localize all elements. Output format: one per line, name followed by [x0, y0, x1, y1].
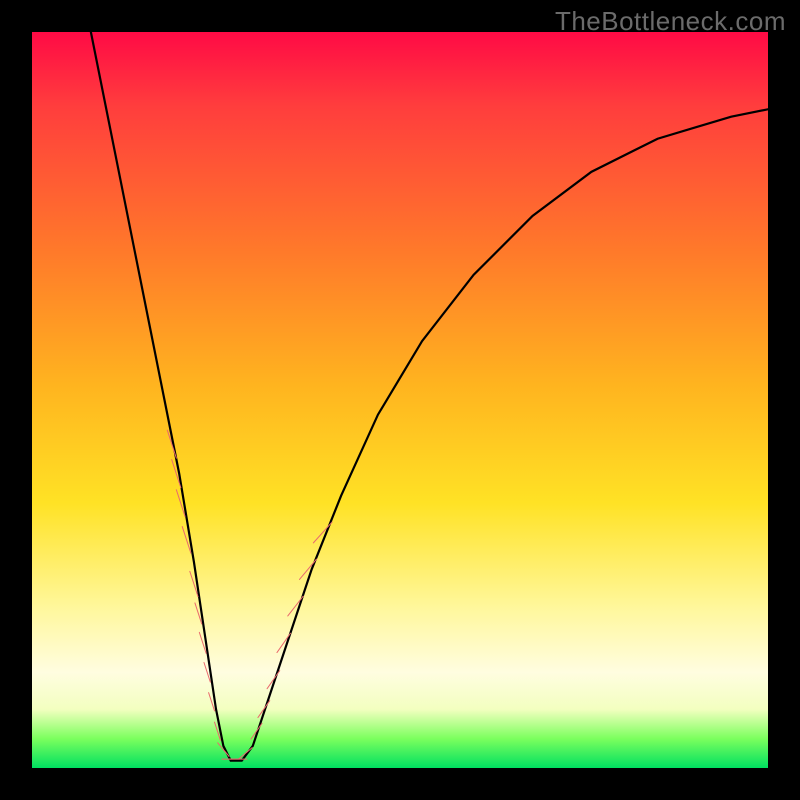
- chart-container: TheBottleneck.com: [0, 0, 800, 800]
- highlight-dot: [299, 559, 316, 579]
- highlight-dot: [288, 596, 303, 616]
- curve-svg: [32, 32, 768, 768]
- bottleneck-curve: [91, 32, 768, 761]
- plot-area: [32, 32, 768, 768]
- highlight-dots-group: [167, 430, 332, 759]
- highlight-dot: [277, 633, 291, 652]
